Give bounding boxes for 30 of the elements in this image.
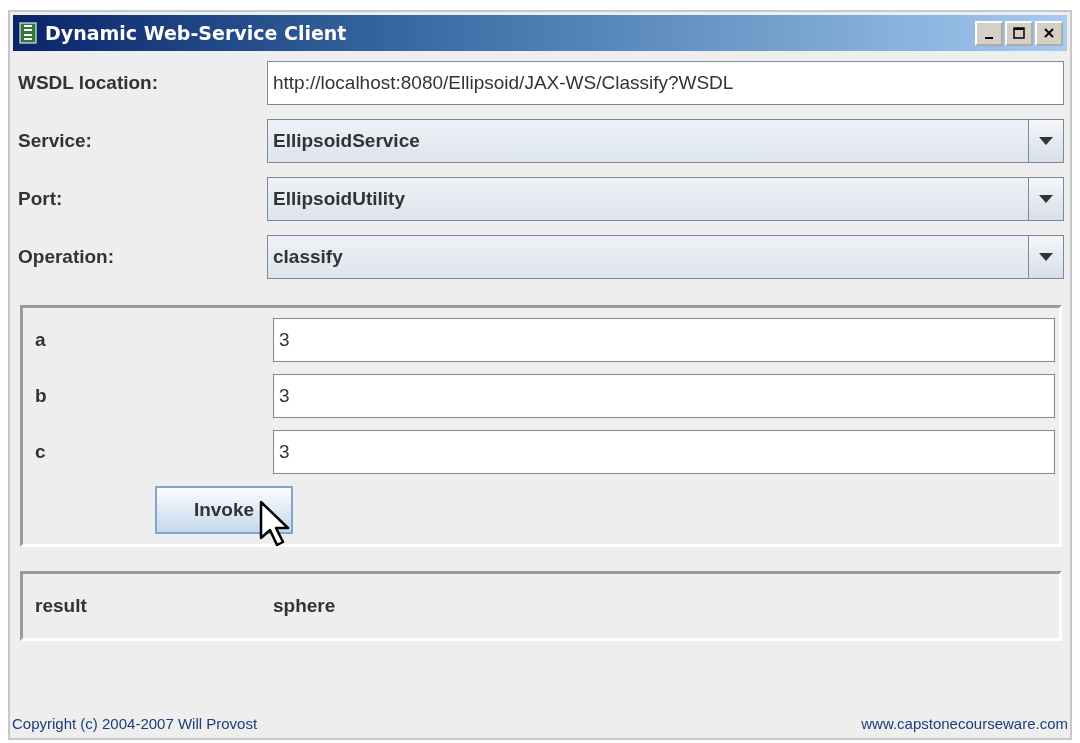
parameter-field[interactable]: 3 bbox=[273, 430, 1055, 474]
app-icon bbox=[19, 22, 37, 44]
maximize-icon bbox=[1012, 26, 1026, 40]
field-label: Service: bbox=[17, 130, 93, 152]
minimize-button[interactable] bbox=[975, 20, 1003, 46]
field-label: Port: bbox=[17, 188, 64, 210]
dropdown[interactable]: classify bbox=[267, 235, 1064, 279]
copyright-text: Copyright (c) 2004-2007 Will Provost bbox=[12, 715, 258, 732]
parameter-field[interactable]: 3 bbox=[273, 318, 1055, 362]
website-link[interactable]: www.capstonecourseware.com bbox=[861, 715, 1068, 732]
parameter-label: b bbox=[35, 385, 48, 407]
close-button[interactable] bbox=[1035, 20, 1063, 46]
close-icon bbox=[1042, 26, 1056, 40]
caret-icon bbox=[1039, 137, 1053, 145]
dropdown[interactable]: EllipsoidService bbox=[267, 119, 1064, 163]
dropdown[interactable]: EllipsoidUtility bbox=[267, 177, 1064, 221]
url-field[interactable]: http://localhost:8080/Ellipsoid/JAX-WS/Classify?WSDL bbox=[267, 61, 1064, 105]
parameter-field[interactable]: 3 bbox=[273, 374, 1055, 418]
result-label: result bbox=[35, 595, 88, 617]
field-label: Operation: bbox=[17, 246, 116, 268]
parameter-label: c bbox=[35, 441, 47, 463]
result-value: sphere bbox=[273, 595, 336, 617]
window-title: Dynamic Web-Service Client bbox=[45, 22, 348, 44]
minimize-icon bbox=[985, 37, 993, 39]
invoke-button[interactable]: Invoke bbox=[155, 486, 293, 534]
caret-icon bbox=[1039, 253, 1053, 261]
caret-icon bbox=[1039, 195, 1053, 203]
parameter-label: a bbox=[35, 329, 47, 351]
maximize-button[interactable] bbox=[1005, 20, 1033, 46]
field-label: WSDL location: bbox=[17, 72, 160, 94]
